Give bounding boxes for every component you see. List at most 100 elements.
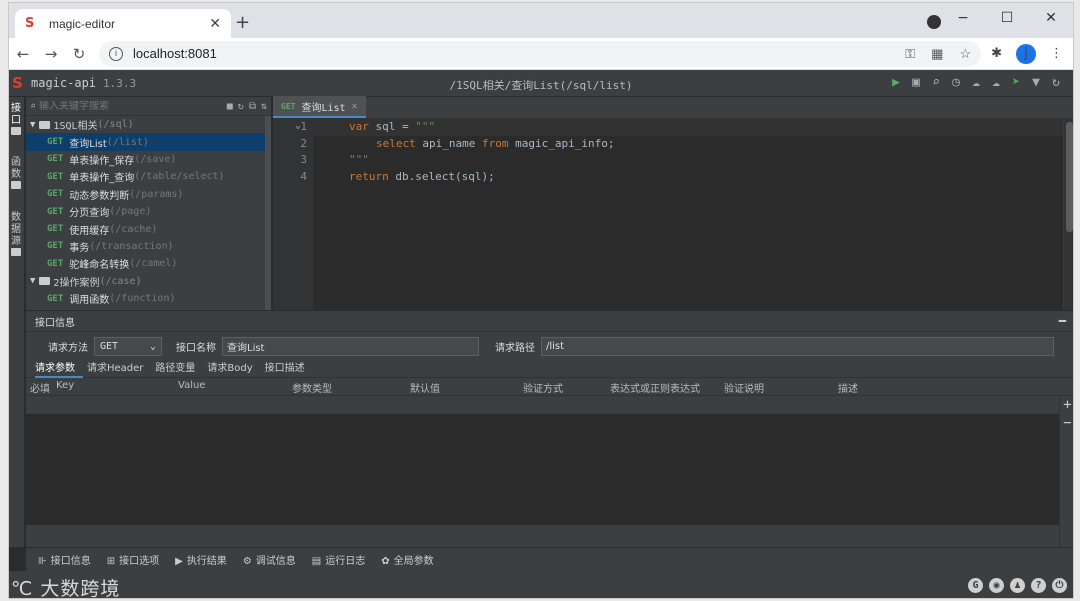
save-icon[interactable]: ▣	[909, 75, 923, 90]
push-icon[interactable]: ➤	[1009, 75, 1023, 90]
skin-icon[interactable]: ▼	[1029, 75, 1043, 90]
name-input[interactable]	[222, 336, 479, 356]
panel-title: 接口信息	[35, 317, 75, 329]
close-icon[interactable]: ✕	[352, 101, 358, 112]
gitee-icon[interactable]: G	[968, 578, 983, 593]
tree-scrollbar[interactable]	[265, 116, 271, 310]
watermark: ℃ 大数跨境	[11, 578, 121, 599]
maximize-button[interactable]: ☐	[985, 10, 1029, 26]
editor-tab-label: 查询List	[301, 102, 346, 114]
download-icon[interactable]: ☁	[989, 75, 1003, 90]
tree-item[interactable]: GET 查询List (/list)	[26, 133, 271, 151]
close-window-button[interactable]: ✕	[1029, 10, 1073, 26]
strip-tab-api[interactable]: 接口	[11, 103, 23, 139]
line-number: 4	[300, 169, 307, 183]
qq-icon[interactable]: ♟	[1010, 578, 1025, 593]
toolbar-debug-info[interactable]: ⚙ 调试信息	[243, 552, 296, 567]
method-badge: GET	[47, 154, 64, 165]
download-indicator-icon[interactable]	[927, 15, 941, 29]
tree-group[interactable]: ▼ 1SQL相关 (/sql)	[26, 116, 271, 133]
toolbar-api-info[interactable]: ⊪ 接口信息	[38, 552, 91, 567]
browser-menu-icon[interactable]: ⋮	[1050, 46, 1063, 61]
tree-group[interactable]: ▼ 2操作案例 (/case)	[26, 273, 271, 290]
chevron-down-icon: ⌄	[149, 340, 156, 352]
site-info-icon[interactable]: i	[109, 46, 123, 61]
url-text: localhost:8081	[133, 46, 217, 61]
method-badge: GET	[47, 189, 64, 200]
api-name: 使用缓存	[69, 225, 110, 237]
api-name: 查询List	[69, 138, 107, 150]
bookmark-star-icon[interactable]: ☆	[959, 46, 971, 62]
key-icon[interactable]: ⚿	[905, 46, 915, 62]
toolbar-api-options[interactable]: ⊞ 接口选项	[107, 552, 159, 567]
tree-item[interactable]: GET 调用函数 (/function)	[26, 290, 271, 307]
reload-icon[interactable]: ↻	[65, 45, 93, 63]
tree-item[interactable]: GET 单表操作_查询 (/table/select)	[26, 168, 271, 185]
tab-api-description[interactable]: 接口描述	[265, 360, 313, 378]
method-select[interactable]: GET ⌄	[94, 336, 162, 356]
forward-icon[interactable]: →	[37, 45, 65, 63]
line-number: 3	[300, 153, 307, 166]
tab-path-variables[interactable]: 路径变量	[155, 360, 203, 378]
browser-tab[interactable]: S magic-editor ✕	[15, 9, 231, 38]
new-tab-button[interactable]: +	[235, 12, 250, 33]
method-badge: GET	[47, 137, 64, 148]
minimize-button[interactable]: −	[941, 10, 985, 26]
path-input[interactable]	[541, 336, 1054, 356]
minimize-panel-icon[interactable]: ━	[1059, 314, 1066, 328]
sort-icon[interactable]: ⇅	[261, 101, 267, 112]
extensions-puzzle-icon[interactable]: ✱	[991, 46, 1002, 61]
back-icon[interactable]: ←	[9, 45, 37, 63]
tree-item[interactable]: GET 单表操作_保存 (/save)	[26, 151, 271, 168]
params-table-body[interactable]	[26, 414, 1059, 525]
refresh-icon[interactable]: ↻	[1049, 75, 1063, 90]
api-name: 单表操作_查询	[69, 173, 135, 185]
tree-item[interactable]: GET 分页查询 (/page)	[26, 203, 271, 220]
api-info-form: 请求方法 GET⌄ 接口名称 请求路径	[26, 332, 1073, 360]
history-icon[interactable]: ◷	[949, 75, 963, 90]
bug-icon: ⚙	[242, 556, 252, 567]
gear-icon: ✿	[381, 556, 390, 567]
tab-strip: S magic-editor ✕ + − ☐ ✕	[9, 3, 1073, 38]
tab-request-params[interactable]: 请求参数	[35, 360, 83, 378]
add-row-icon[interactable]: +	[1060, 396, 1073, 414]
toolbar-run-log[interactable]: ▤ 运行日志	[312, 552, 365, 567]
method-badge: GET	[47, 258, 64, 269]
tab-close-icon[interactable]: ✕	[209, 16, 221, 32]
tree-item[interactable]: GET 动态参数判断 (/params)	[26, 186, 271, 203]
upload-icon[interactable]: ☁	[969, 75, 983, 90]
favicon-icon: S	[25, 15, 35, 31]
power-icon[interactable]: ⏻	[1052, 578, 1067, 593]
tree-item[interactable]: GET 驼峰命名转换 (/camel)	[26, 255, 271, 272]
tab-request-header[interactable]: 请求Header	[87, 360, 151, 378]
url-bar[interactable]: i localhost:8081 ⚿ ▦ ☆	[99, 40, 982, 67]
window-controls: − ☐ ✕	[941, 3, 1073, 33]
fold-chevron-icon[interactable]: ⌄	[295, 120, 301, 131]
run-icon[interactable]: ▶	[889, 75, 903, 90]
tab-request-body[interactable]: 请求Body	[207, 360, 260, 378]
remove-row-icon[interactable]: −	[1060, 414, 1073, 432]
search-icon[interactable]: ⌕	[929, 75, 943, 90]
translate-icon[interactable]: ▦	[931, 46, 943, 62]
github-icon[interactable]: ◉	[989, 578, 1004, 593]
api-tree-panel: ⌕ ■ ↻ ⧉ ⇅ ▼1SQL相关(/sql)GET查询List(/list)G…	[26, 97, 272, 310]
tree-item[interactable]: GET 事务 (/transaction)	[26, 238, 271, 255]
editor-scrollbar[interactable]	[1063, 119, 1073, 310]
profile-avatar[interactable]: j	[1016, 43, 1036, 64]
help-icon[interactable]: ?	[1031, 578, 1046, 593]
search-icon: ⌕	[30, 100, 37, 112]
code-line-3: """	[349, 153, 369, 166]
tree-item[interactable]: GET 使用缓存 (/cache)	[26, 220, 271, 237]
toolbar-run-result[interactable]: ▶ 执行结果	[175, 552, 227, 567]
strip-tab-datasource[interactable]: 数据源	[11, 212, 23, 260]
strip-tab-function[interactable]: 函数	[11, 157, 23, 193]
toolbar-global-params[interactable]: ✿ 全局参数	[381, 552, 433, 567]
editor-tab-active[interactable]: GET 查询List ✕	[273, 96, 366, 118]
method-badge: GET	[47, 241, 64, 252]
code-area[interactable]: ⌄ var sql = """ select api_name from mag…	[295, 119, 1063, 310]
collapse-icon[interactable]: ⧉	[249, 101, 256, 112]
refresh-tree-icon[interactable]: ↻	[238, 101, 244, 112]
status-bar: ℃ 大数跨境 G ◉ ♟ ? ⏻	[9, 571, 1073, 599]
tree-search-input[interactable]	[39, 100, 200, 112]
new-folder-icon[interactable]: ■	[227, 101, 233, 112]
